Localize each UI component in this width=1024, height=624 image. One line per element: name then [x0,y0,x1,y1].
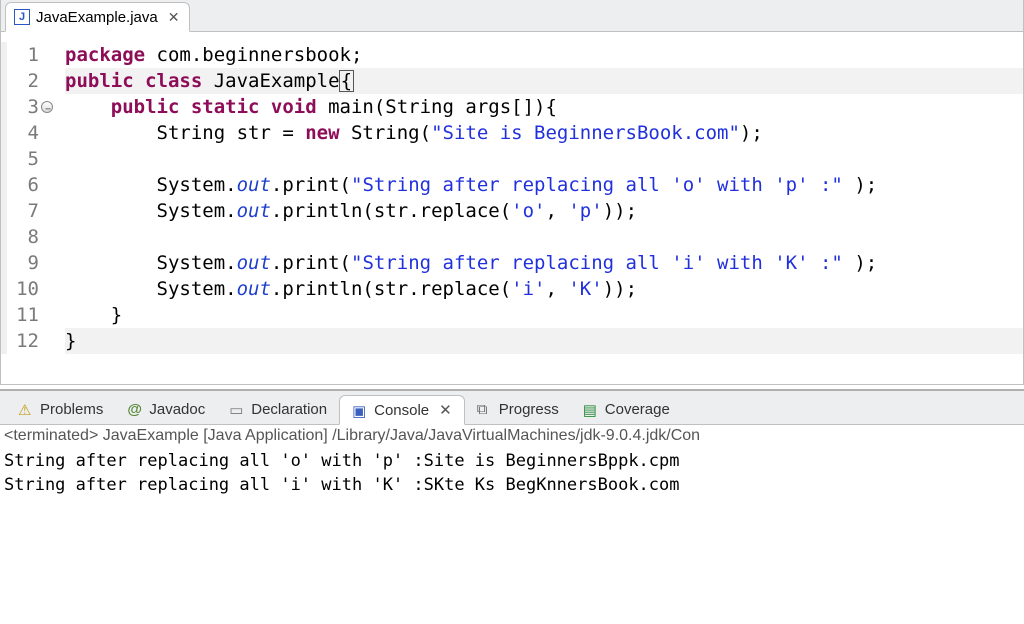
editor-pane: J JavaExample.java ✕ 123456789101112 pac… [0,0,1024,385]
line-number: 3 [7,94,41,120]
line-gutter: 123456789101112 [1,42,47,354]
close-tab-icon[interactable]: ✕ [439,401,452,419]
tab-console[interactable]: Console ✕ [339,395,465,425]
code-line[interactable]: System.out.println(str.replace('i', 'K')… [65,276,1023,302]
source-text[interactable]: package com.beginnersbook;public class J… [47,42,1023,354]
editor-tab-title: JavaExample.java [36,9,158,26]
code-line[interactable]: package com.beginnersbook; [65,42,1023,68]
tab-label: Problems [40,401,103,418]
tab-label: Declaration [251,401,327,418]
line-number: 9 [7,250,41,276]
tab-label: Coverage [605,401,670,418]
problems-icon [18,401,34,417]
tab-label: Progress [499,401,559,418]
code-line[interactable]: System.out.println(str.replace('o', 'p')… [65,198,1023,224]
code-line[interactable]: System.out.print("String after replacing… [65,250,1023,276]
code-editor[interactable]: 123456789101112 package com.beginnersboo… [1,32,1023,384]
panel-tabbar: Problems Javadoc Declaration Console ✕ P… [0,391,1024,425]
tab-declaration[interactable]: Declaration [217,394,339,424]
editor-tab-javaexample[interactable]: J JavaExample.java ✕ [5,2,190,32]
tab-javadoc[interactable]: Javadoc [115,394,217,424]
code-line[interactable]: public class JavaExample{ [65,68,1023,94]
line-number: 4 [7,120,41,146]
javadoc-icon [127,401,143,417]
line-number: 6 [7,172,41,198]
tab-coverage[interactable]: Coverage [571,394,682,424]
console-line: String after replacing all 'i' with 'K' … [4,473,1020,497]
line-number: 7 [7,198,41,224]
coverage-icon [583,401,599,417]
bottom-panel: Problems Javadoc Declaration Console ✕ P… [0,389,1024,499]
tab-progress[interactable]: Progress [465,394,571,424]
console-icon [352,402,368,418]
line-number: 2 [7,68,41,94]
progress-icon [477,401,493,417]
line-number: 11 [7,302,41,328]
tab-label: Console [374,402,429,419]
console-output[interactable]: String after replacing all 'o' with 'p' … [0,447,1024,499]
code-line[interactable] [65,146,1023,172]
close-tab-icon[interactable]: ✕ [168,9,180,26]
line-number: 5 [7,146,41,172]
code-line[interactable] [65,224,1023,250]
editor-tabbar: J JavaExample.java ✕ [1,0,1023,32]
tab-problems[interactable]: Problems [6,394,115,424]
code-line[interactable]: } [65,302,1023,328]
code-line[interactable]: String str = new String("Site is Beginne… [65,120,1023,146]
code-line[interactable]: System.out.print("String after replacing… [65,172,1023,198]
console-header: <terminated> JavaExample [Java Applicati… [0,425,1024,447]
line-number: 1 [7,42,41,68]
declaration-icon [229,401,245,417]
line-number: 8 [7,224,41,250]
code-line[interactable]: public static void main(String args[]){ [65,94,1023,120]
line-number: 10 [7,276,41,302]
console-line: String after replacing all 'o' with 'p' … [4,449,1020,473]
line-number: 12 [7,328,41,354]
code-line[interactable]: } [65,328,1023,354]
tab-label: Javadoc [149,401,205,418]
java-file-icon: J [14,9,30,25]
